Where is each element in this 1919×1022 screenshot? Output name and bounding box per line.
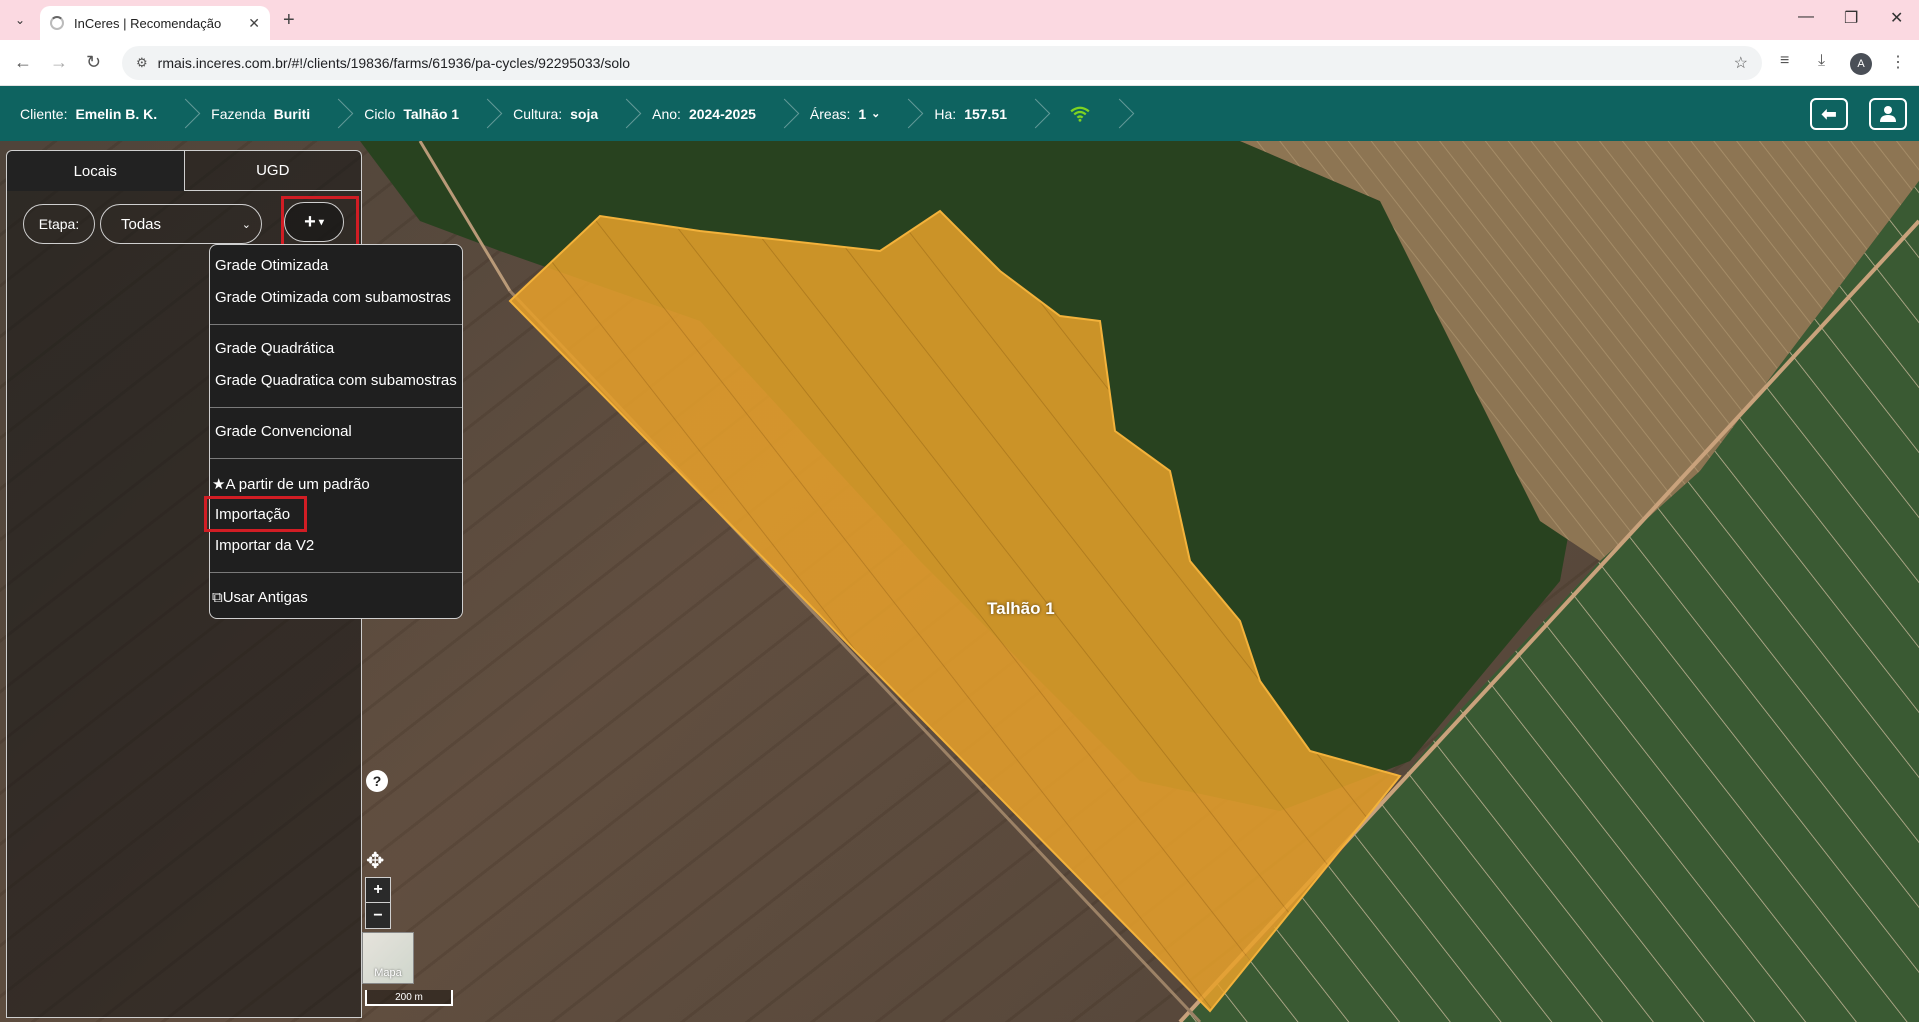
- panel-tabs: Locais UGD: [7, 151, 361, 191]
- menu-item-grade-otimizada[interactable]: Grade Otimizada: [215, 257, 328, 274]
- menu-item-grade-quadratica-subamostras[interactable]: Grade Quadratica com subamostras: [215, 372, 457, 389]
- arrow-left-icon: ⬅: [1821, 103, 1837, 124]
- window-close-icon[interactable]: ✕: [1890, 8, 1903, 28]
- minimize-icon[interactable]: —: [1798, 8, 1814, 26]
- areas-value: 1: [858, 105, 867, 122]
- move-icon[interactable]: ✥: [366, 848, 384, 874]
- loading-icon: [50, 16, 64, 30]
- breadcrumb-cultura[interactable]: Cultura: soja: [493, 86, 632, 141]
- back-icon[interactable]: ←: [14, 52, 32, 73]
- breadcrumb-fazenda[interactable]: Fazenda Buriti: [191, 86, 344, 141]
- chevron-right-icon: [177, 86, 191, 141]
- zoom-in-button[interactable]: +: [366, 878, 390, 903]
- add-dropdown-menu: Grade Otimizada Grade Otimizada com suba…: [209, 244, 463, 619]
- basemap-toggle[interactable]: Mapa: [362, 932, 414, 984]
- areas-label: Áreas:: [809, 105, 851, 122]
- user-button[interactable]: [1869, 98, 1907, 130]
- scale-bar: 200 m: [365, 990, 453, 1006]
- menu-item-grade-quadratica[interactable]: Grade Quadrática: [215, 340, 334, 357]
- star-icon: ★: [212, 476, 226, 493]
- download-icon[interactable]: ⤓: [1818, 52, 1825, 70]
- url-text[interactable]: rmais.inceres.com.br/#!/clients/19836/fa…: [158, 55, 630, 71]
- browser-toolbar: ← → ↻ ⚙ rmais.inceres.com.br/#!/clients/…: [0, 40, 1919, 86]
- cultura-value: soja: [570, 105, 599, 122]
- new-tab-button[interactable]: +: [283, 9, 295, 32]
- address-bar[interactable]: ⚙ rmais.inceres.com.br/#!/clients/19836/…: [122, 46, 1762, 80]
- bookmark-star-icon[interactable]: ☆: [1734, 53, 1748, 73]
- chevron-right-icon: [1111, 86, 1125, 141]
- chevron-right-icon: [1027, 86, 1041, 141]
- scale-label: 200 m: [395, 991, 423, 1003]
- fazenda-value: Buriti: [273, 105, 311, 122]
- menu-item-a-partir-padrao[interactable]: ★A partir de um padrão: [212, 475, 370, 493]
- forward-icon[interactable]: →: [50, 52, 68, 73]
- chevron-right-icon: [618, 86, 632, 141]
- menu-item-grade-otimizada-subamostras[interactable]: Grade Otimizada com subamostras: [215, 289, 451, 306]
- menu-icon[interactable]: ⋮: [1890, 52, 1906, 72]
- breadcrumb-ano[interactable]: Ano: 2024-2025: [632, 86, 790, 141]
- breadcrumb-areas[interactable]: Áreas: 1 ⌄: [790, 86, 914, 141]
- chevron-right-icon: [776, 86, 790, 141]
- menu-item-grade-convencional[interactable]: Grade Convencional: [215, 423, 352, 440]
- site-info-icon[interactable]: ⚙: [136, 55, 148, 71]
- chevron-right-icon: [900, 86, 914, 141]
- menu-divider: [210, 458, 462, 459]
- browser-tab[interactable]: InCeres | Recomendação ✕: [40, 6, 270, 40]
- browser-tabbar: ⌄ InCeres | Recomendação ✕ + — ❐ ✕: [0, 0, 1919, 40]
- user-icon: [1880, 106, 1896, 122]
- breadcrumb-cliente[interactable]: Cliente: Emelin B. K.: [0, 86, 191, 141]
- restore-icon[interactable]: ❐: [1844, 8, 1858, 28]
- chevron-down-icon[interactable]: ⌄: [871, 107, 880, 120]
- menu-divider: [210, 572, 462, 573]
- back-button[interactable]: ⬅: [1810, 98, 1848, 130]
- zoom-control: + −: [365, 877, 391, 929]
- tab-close-icon[interactable]: ✕: [248, 15, 260, 32]
- field-label: Talhão 1: [987, 599, 1055, 618]
- breadcrumb-connection: [1041, 86, 1125, 141]
- media-icon[interactable]: ≡: [1780, 52, 1789, 70]
- tab-locais[interactable]: Locais: [7, 151, 185, 191]
- etapa-label: Etapa:: [23, 204, 95, 244]
- ciclo-value: Talhão 1: [403, 105, 460, 122]
- copy-icon: ⧉: [212, 589, 223, 606]
- chevron-right-icon: [479, 86, 493, 141]
- chevron-down-icon: ⌄: [241, 219, 251, 231]
- etapa-select[interactable]: Todas ⌄: [100, 204, 262, 244]
- highlight-importacao: [204, 496, 307, 532]
- fazenda-label: Fazenda: [211, 105, 266, 122]
- menu-item-usar-antigas[interactable]: ⧉Usar Antigas: [212, 589, 308, 606]
- menu-item-importar-v2[interactable]: Importar da V2: [215, 537, 314, 554]
- tab-ugd[interactable]: UGD: [184, 151, 361, 191]
- breadcrumb-ha: Ha: 157.51: [914, 86, 1041, 141]
- help-icon[interactable]: ?: [366, 770, 388, 792]
- breadcrumb-ciclo[interactable]: Ciclo Talhão 1: [344, 86, 493, 141]
- ciclo-label: Ciclo: [364, 105, 396, 122]
- wifi-icon: [1070, 106, 1090, 122]
- menu-divider: [210, 407, 462, 408]
- cliente-value: Emelin B. K.: [75, 105, 158, 122]
- ha-value: 157.51: [964, 105, 1008, 122]
- profile-avatar[interactable]: A: [1850, 53, 1872, 75]
- ano-label: Ano:: [652, 105, 681, 122]
- menu-divider: [210, 324, 462, 325]
- ano-value: 2024-2025: [688, 105, 756, 122]
- ha-label: Ha:: [934, 105, 957, 122]
- menu-item-label: Usar Antigas: [222, 589, 308, 606]
- reload-icon[interactable]: ↻: [86, 52, 101, 73]
- cliente-label: Cliente:: [20, 105, 68, 122]
- basemap-label: Mapa: [374, 967, 402, 979]
- chevron-right-icon: [330, 86, 344, 141]
- menu-item-label: A partir de um padrão: [225, 476, 370, 493]
- etapa-selected-value: Todas: [121, 215, 162, 233]
- cultura-label: Cultura:: [513, 105, 563, 122]
- tab-title: InCeres | Recomendação: [74, 15, 222, 31]
- highlight-add-button: [281, 196, 359, 250]
- zoom-out-button[interactable]: −: [366, 903, 390, 928]
- tab-search-icon[interactable]: ⌄: [8, 8, 32, 32]
- app-header: Cliente: Emelin B. K. Fazenda Buriti Cic…: [0, 86, 1919, 141]
